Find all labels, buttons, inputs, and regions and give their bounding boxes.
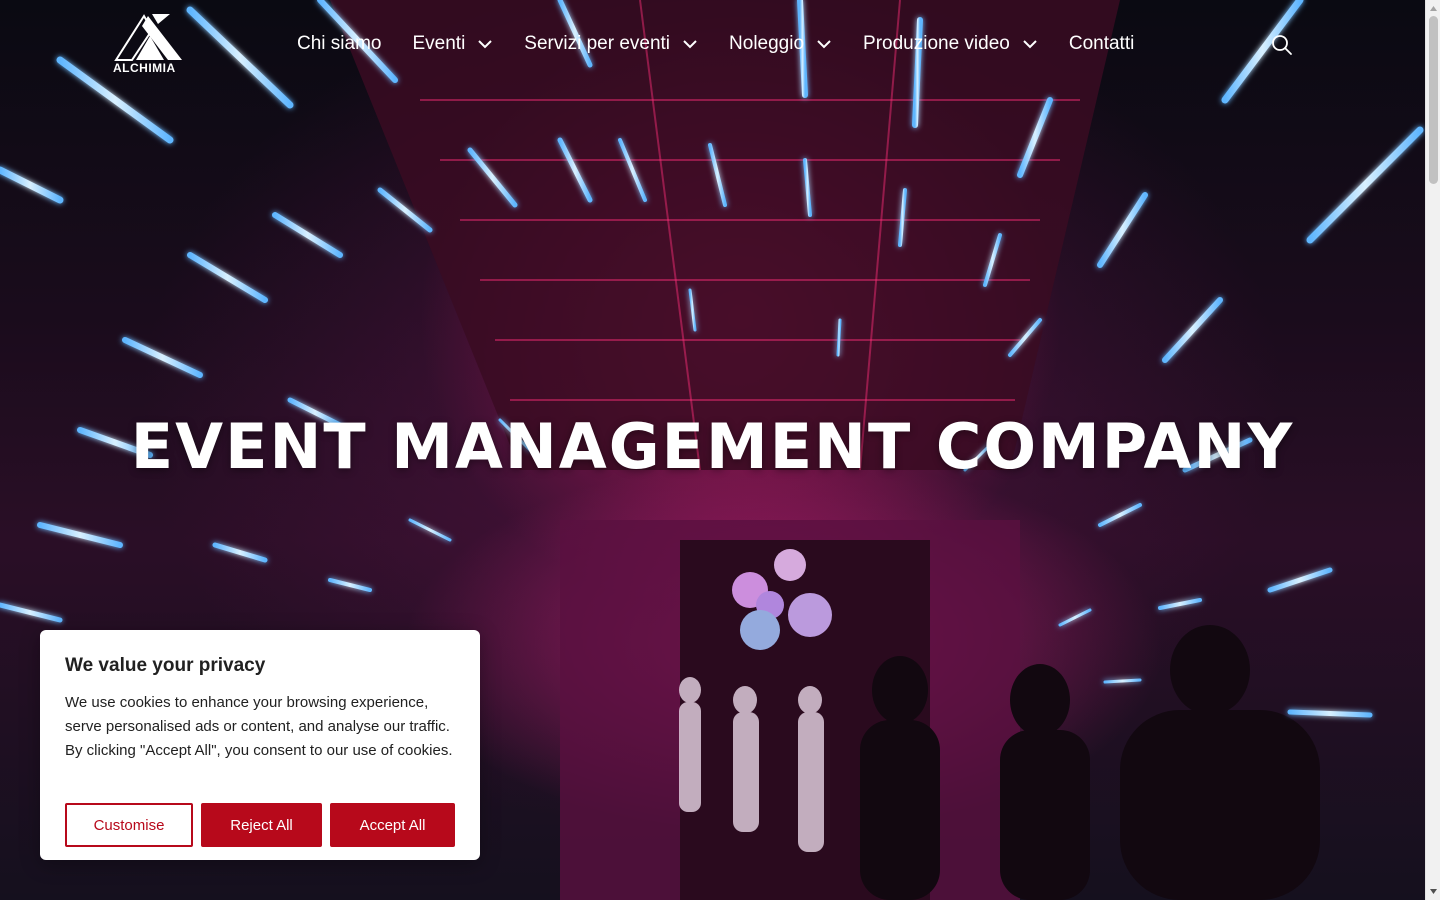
search-button[interactable] <box>1271 34 1293 56</box>
page-scrollbar[interactable] <box>1425 0 1440 900</box>
cookie-banner-actions: Customise Reject All Accept All <box>65 803 463 847</box>
main-navigation: Chi siamo Eventi Servizi per eventi Nole… <box>297 30 1165 58</box>
nav-item-label: Chi siamo <box>297 33 382 54</box>
scroll-up-arrow-icon[interactable] <box>1429 4 1438 13</box>
nav-item-noleggio[interactable]: Noleggio <box>729 33 832 55</box>
nav-item-servizi-per-eventi[interactable]: Servizi per eventi <box>524 33 698 55</box>
logo-mark-icon <box>114 14 182 61</box>
nav-item-label: Produzione video <box>863 33 1010 54</box>
cookie-banner-text: We use cookies to enhance your browsing … <box>65 694 453 759</box>
chevron-down-icon <box>683 40 697 49</box>
customise-button[interactable]: Customise <box>65 803 193 847</box>
chevron-down-icon <box>817 40 831 49</box>
nav-item-label: Servizi per eventi <box>524 33 671 54</box>
hero-headline: EVENT MANAGEMENT COMPANY <box>130 410 1295 483</box>
scroll-down-arrow-icon[interactable] <box>1429 887 1438 896</box>
cookie-banner-title: We value your privacy <box>65 655 266 676</box>
search-icon <box>1272 35 1292 55</box>
nav-item-label: Noleggio <box>729 33 805 54</box>
scrollbar-thumb[interactable] <box>1429 16 1438 184</box>
cookie-consent-banner: We value your privacy We use cookies to … <box>40 630 480 860</box>
site-header: ALCHIMIA Chi siamo Eventi Servizi per ev… <box>0 0 1425 90</box>
nav-item-produzione-video[interactable]: Produzione video <box>863 33 1038 55</box>
nav-item-label: Eventi <box>412 33 466 54</box>
brand-name: ALCHIMIA <box>113 61 176 75</box>
reject-all-button[interactable]: Reject All <box>201 803 322 847</box>
nav-item-chi-siamo[interactable]: Chi siamo <box>297 33 381 55</box>
accept-all-button[interactable]: Accept All <box>330 803 455 847</box>
chevron-down-icon <box>1023 40 1037 49</box>
nav-item-eventi[interactable]: Eventi <box>412 33 493 55</box>
chevron-down-icon <box>478 40 493 49</box>
nav-item-contatti[interactable]: Contatti <box>1069 33 1134 55</box>
nav-item-label: Contatti <box>1068 33 1135 54</box>
